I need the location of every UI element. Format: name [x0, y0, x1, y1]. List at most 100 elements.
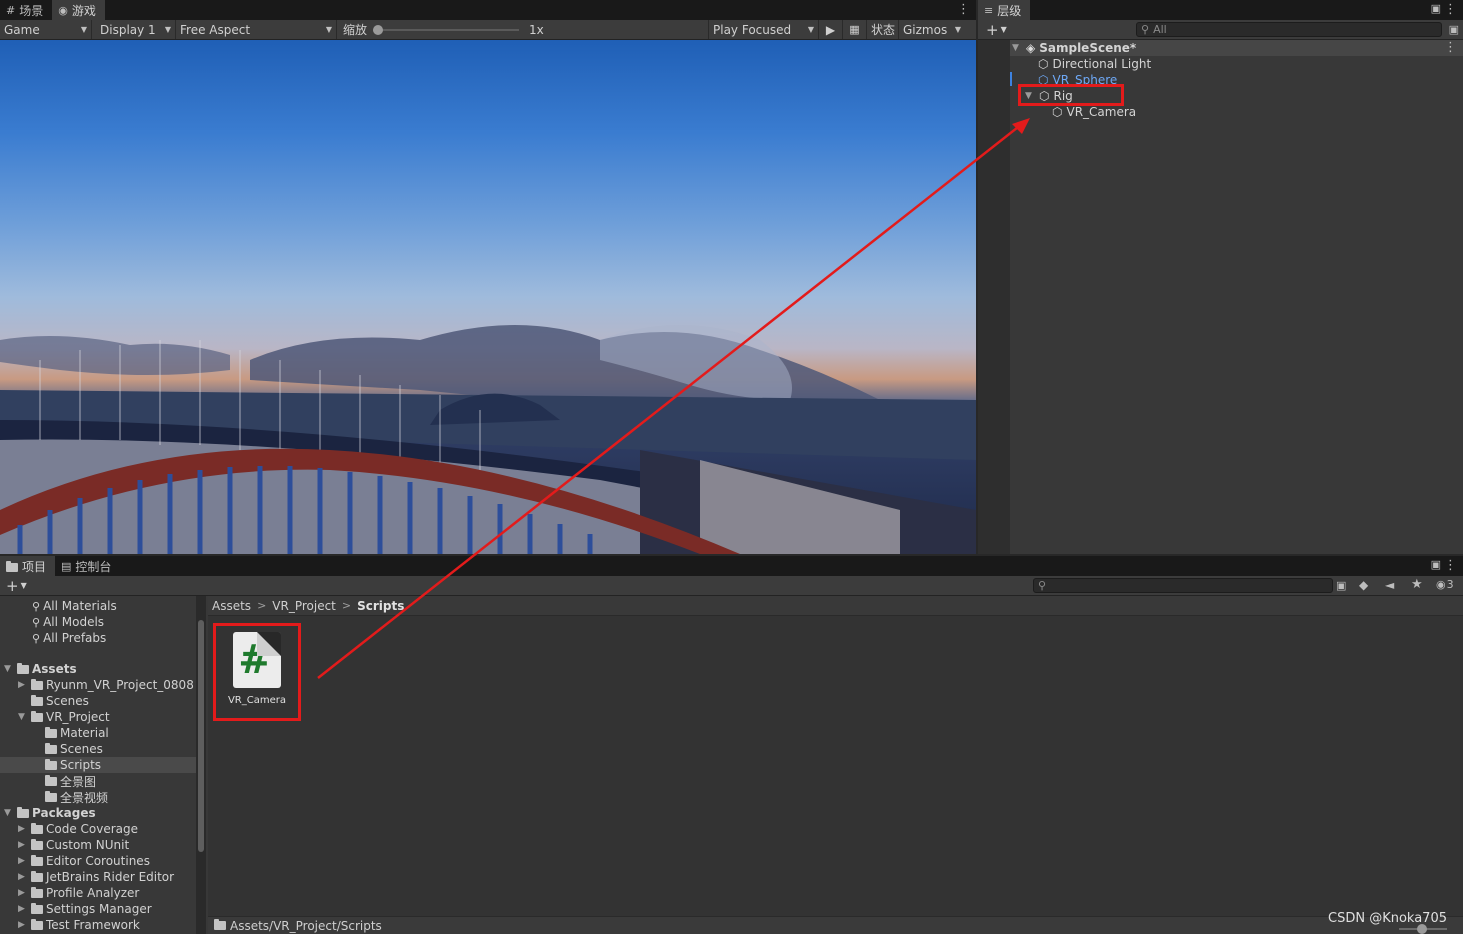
- filter-by-type-icon[interactable]: ◆: [1359, 578, 1368, 592]
- mute-audio-button[interactable]: ▶: [819, 20, 843, 39]
- zoom-slider[interactable]: [373, 24, 520, 35]
- scene-header[interactable]: ▼ ◈ SampleScene*: [1012, 40, 1136, 56]
- zoom-label: 缩放: [343, 23, 368, 37]
- tree-item-scripts[interactable]: Scripts: [0, 757, 196, 773]
- eye-slash-icon: ◉: [1436, 578, 1446, 591]
- tree-item-package[interactable]: ▶ JetBrains Rider Editor: [0, 869, 196, 885]
- create-dropdown[interactable]: + ▼: [0, 577, 27, 595]
- tree-item-material[interactable]: Material: [0, 725, 196, 741]
- tab-console[interactable]: ▤ 控制台: [55, 556, 120, 576]
- path-text: Assets/VR_Project/Scripts: [230, 918, 382, 933]
- breadcrumb-vr-project[interactable]: VR_Project: [272, 599, 336, 613]
- tree-item-package[interactable]: ▶ Editor Coroutines: [0, 853, 196, 869]
- more-options-icon[interactable]: ⋮: [1444, 2, 1457, 18]
- create-dropdown[interactable]: + ▼: [978, 21, 1007, 39]
- play-mode-dropdown[interactable]: Play Focused ▼: [709, 20, 819, 39]
- list-icon: ≡: [984, 3, 994, 17]
- folder-icon: [31, 886, 43, 898]
- tree-item-assets[interactable]: ▼ Assets: [0, 661, 196, 677]
- scene-menu-icon[interactable]: ⋮: [1444, 40, 1457, 56]
- lock-icon[interactable]: ▣: [1431, 558, 1441, 571]
- expand-arrow-icon[interactable]: ▼: [4, 808, 14, 818]
- lock-icon[interactable]: ▣: [1431, 2, 1441, 15]
- tree-item-panorama[interactable]: 全景图: [0, 773, 196, 789]
- collapse-arrow-icon[interactable]: ▶: [18, 920, 28, 930]
- hidden-packages-toggle[interactable]: ◉ 3: [1436, 578, 1454, 591]
- tree-item-package[interactable]: ▶ Profile Analyzer: [0, 885, 196, 901]
- tab-project[interactable]: 项目: [0, 556, 56, 576]
- project-toolbar: + ▼ ⚲ ▣ ◆ ◄ ★ ◉ 3: [0, 576, 1463, 596]
- hierarchy-item-directional-light[interactable]: ⬡ Directional Light: [1038, 56, 1151, 72]
- hierarchy-search-input[interactable]: ⚲ All: [1136, 22, 1442, 37]
- project-search-input[interactable]: ⚲: [1033, 578, 1333, 593]
- favorite-star-icon[interactable]: ★: [1411, 577, 1423, 592]
- breadcrumb: Assets > VR_Project > Scripts: [208, 596, 1463, 616]
- expand-arrow-icon[interactable]: ▼: [1012, 43, 1022, 53]
- folder-icon: [31, 838, 43, 850]
- tab-scene[interactable]: # 场景: [0, 0, 52, 20]
- tree-item-scenes[interactable]: Scenes: [0, 693, 196, 709]
- search-icon: ⚲: [32, 599, 41, 613]
- tree-item-vr-scenes[interactable]: Scenes: [0, 741, 196, 757]
- search-placeholder: All: [1153, 23, 1167, 36]
- breadcrumb-scripts[interactable]: Scripts: [357, 599, 404, 613]
- folder-icon: [45, 742, 57, 754]
- hidden-count: 3: [1446, 578, 1454, 591]
- display-dropdown[interactable]: Display 1 ▼: [92, 20, 176, 39]
- collapse-arrow-icon[interactable]: ▶: [18, 824, 28, 834]
- collapse-arrow-icon[interactable]: ▶: [18, 904, 28, 914]
- more-options-icon[interactable]: ⋮: [957, 2, 970, 18]
- expand-arrow-icon[interactable]: ▼: [18, 712, 28, 722]
- tab-game[interactable]: ◉ 游戏: [52, 0, 105, 20]
- favorite-all-materials[interactable]: ⚲ All Materials: [0, 598, 196, 614]
- collapse-arrow-icon[interactable]: ▶: [18, 840, 28, 850]
- zoom-slider-handle[interactable]: [373, 24, 384, 35]
- zoom-value: 1x: [529, 22, 544, 37]
- icon-size-slider[interactable]: [1399, 924, 1447, 934]
- collapse-arrow-icon[interactable]: ▶: [18, 872, 28, 882]
- tree-item-vr-project[interactable]: ▼ VR_Project: [0, 709, 196, 725]
- collapse-arrow-icon[interactable]: ▶: [18, 856, 28, 866]
- search-icon: ⚲: [1038, 579, 1047, 592]
- stats-button[interactable]: 状态: [867, 20, 899, 39]
- tree-item-panorama-video[interactable]: 全景视频: [0, 789, 196, 805]
- tab-game-label: 游戏: [71, 3, 96, 18]
- search-options-icon[interactable]: ▣: [1449, 23, 1459, 36]
- keyboard-button[interactable]: ▦: [843, 20, 867, 39]
- gizmos-dropdown[interactable]: Gizmos ▼: [899, 20, 965, 39]
- favorite-all-models[interactable]: ⚲ All Models: [0, 614, 196, 630]
- folder-icon: [31, 694, 43, 706]
- aspect-dropdown[interactable]: Free Aspect ▼: [176, 20, 337, 39]
- filter-by-label-icon[interactable]: ◄: [1385, 578, 1394, 592]
- more-options-icon[interactable]: ⋮: [1444, 558, 1457, 574]
- tree-item-label: Custom NUnit: [46, 838, 130, 852]
- search-options-icon[interactable]: ▣: [1336, 579, 1346, 592]
- tree-item-package[interactable]: ▶ Settings Manager: [0, 901, 196, 917]
- tree-item-ryunm[interactable]: ▶ Ryunm_VR_Project_0808: [0, 677, 196, 693]
- tree-item-packages[interactable]: ▼ Packages: [0, 805, 196, 821]
- asset-vr-camera-script[interactable]: # VR_Camera: [213, 623, 301, 721]
- tree-item-package[interactable]: ▶ Code Coverage: [0, 821, 196, 837]
- expand-arrow-icon[interactable]: ▼: [4, 664, 14, 674]
- hierarchy-item-vr-camera[interactable]: ⬡ VR_Camera: [1052, 104, 1136, 120]
- game-viewport[interactable]: [0, 40, 976, 554]
- folder-icon: [31, 870, 43, 882]
- project-content-area[interactable]: Assets > VR_Project > Scripts # VR_Camer…: [208, 596, 1463, 916]
- tree-item-package[interactable]: ▶ Custom NUnit: [0, 837, 196, 853]
- collapse-arrow-icon[interactable]: ▶: [18, 888, 28, 898]
- unity-scene-icon: ◈: [1026, 41, 1036, 55]
- game-view-dropdown[interactable]: Game ▼: [0, 20, 92, 39]
- tree-scrollbar[interactable]: [196, 596, 206, 934]
- breadcrumb-assets[interactable]: Assets: [212, 599, 251, 613]
- chevron-down-icon: ▼: [164, 25, 171, 34]
- tree-scrollbar-thumb[interactable]: [198, 620, 204, 852]
- folder-icon: [45, 774, 57, 786]
- collapse-arrow-icon[interactable]: ▶: [18, 680, 28, 690]
- tree-item-package[interactable]: ▶ Test Framework: [0, 917, 196, 933]
- favorite-all-prefabs[interactable]: ⚲ All Prefabs: [0, 630, 196, 646]
- display-label: Display 1: [100, 22, 156, 37]
- stats-label: 状态: [871, 23, 896, 37]
- game-view-label: Game: [4, 22, 40, 37]
- tab-hierarchy[interactable]: ≡ 层级: [978, 0, 1031, 20]
- folder-icon: [45, 758, 57, 770]
